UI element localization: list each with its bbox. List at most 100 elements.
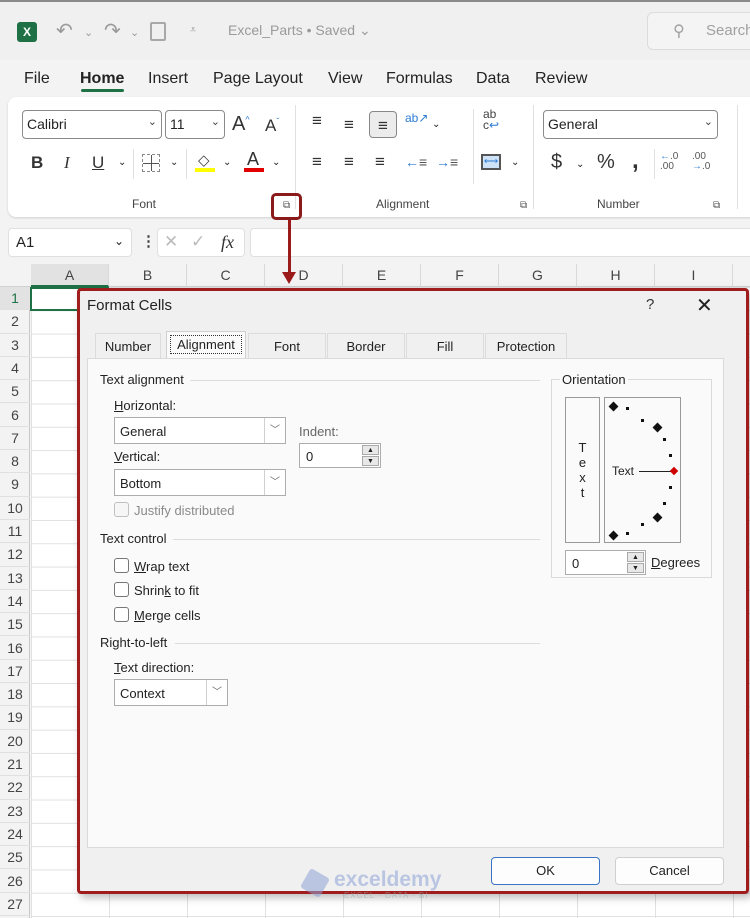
wrap-text-label[interactable]: Wrap text bbox=[134, 559, 189, 574]
row-header[interactable]: 26 bbox=[0, 870, 30, 893]
dialog-tab-alignment[interactable]: Alignment bbox=[166, 331, 246, 359]
decrease-decimal-button[interactable]: .00 →.0 bbox=[692, 152, 710, 172]
tab-review[interactable]: Review bbox=[535, 70, 587, 88]
row-header[interactable]: 14 bbox=[0, 590, 30, 614]
row-header[interactable]: 22 bbox=[0, 776, 30, 800]
font-color-dropdown-icon[interactable]: ⌄ bbox=[272, 157, 280, 168]
row-header[interactable]: 21 bbox=[0, 753, 30, 777]
spin-down-icon[interactable]: ▼ bbox=[627, 563, 644, 573]
row-header[interactable]: 3 bbox=[0, 334, 30, 357]
fill-color-dropdown-icon[interactable]: ⌄ bbox=[223, 157, 231, 168]
row-header[interactable]: 16 bbox=[0, 637, 30, 660]
increase-font-size-button[interactable]: A^ bbox=[232, 113, 250, 136]
select-all-corner[interactable] bbox=[0, 264, 30, 287]
currency-button[interactable]: $ bbox=[551, 151, 562, 174]
search-box[interactable]: ⚲ Search bbox=[647, 12, 750, 50]
align-left-button[interactable]: ≡ bbox=[312, 152, 322, 172]
column-header[interactable]: A bbox=[31, 264, 109, 287]
merge-dropdown-icon[interactable]: ⌄ bbox=[511, 157, 519, 168]
dial-indicator[interactable] bbox=[669, 466, 679, 476]
decrease-font-size-button[interactable]: Aˇ bbox=[265, 116, 279, 136]
more-options-icon[interactable]: ⋮ bbox=[141, 232, 156, 250]
column-header[interactable]: I bbox=[655, 264, 733, 287]
row-header[interactable]: 2 bbox=[0, 310, 30, 334]
row-header[interactable]: 10 bbox=[0, 497, 30, 520]
row-header[interactable]: 9 bbox=[0, 473, 30, 497]
font-name-select[interactable]: Calibri ⌄ bbox=[22, 110, 162, 139]
row-header[interactable]: 18 bbox=[0, 683, 30, 707]
confirm-entry-icon[interactable]: ✓ bbox=[191, 232, 205, 252]
row-header[interactable]: 12 bbox=[0, 543, 30, 567]
italic-button[interactable]: I bbox=[64, 153, 70, 173]
column-header[interactable]: G bbox=[499, 264, 577, 287]
dialog-tab-fill[interactable]: Fill bbox=[406, 333, 484, 358]
number-dialog-launcher[interactable]: ⧉ bbox=[713, 200, 720, 211]
row-header[interactable]: 6 bbox=[0, 404, 30, 427]
row-header[interactable]: 1 bbox=[0, 287, 30, 311]
close-button[interactable]: ✕ bbox=[696, 293, 713, 318]
text-direction-select[interactable]: Context ﹀ bbox=[114, 679, 228, 706]
row-header[interactable]: 27 bbox=[0, 893, 30, 917]
spin-up-icon[interactable]: ▲ bbox=[362, 445, 379, 455]
number-format-select[interactable]: General ⌄ bbox=[543, 110, 718, 139]
merge-center-button[interactable]: ⟷ bbox=[481, 154, 501, 170]
ok-button[interactable]: OK bbox=[491, 857, 600, 885]
decrease-indent-button[interactable]: ←≡ bbox=[405, 154, 427, 170]
tab-page-layout[interactable]: Page Layout bbox=[213, 70, 303, 88]
redo-icon[interactable]: ↷ bbox=[104, 18, 121, 43]
orientation-icon[interactable]: ab↗ bbox=[405, 111, 428, 125]
center-button[interactable]: ≡ bbox=[344, 152, 354, 172]
document-title[interactable]: Excel_Parts • Saved ⌄ bbox=[228, 22, 371, 39]
bold-button[interactable]: B bbox=[31, 153, 43, 173]
cancel-button[interactable]: Cancel bbox=[615, 857, 724, 885]
customize-qat-icon[interactable]: ⩡ bbox=[190, 24, 196, 37]
insert-function-button[interactable]: fx bbox=[221, 232, 234, 253]
undo-dropdown-icon[interactable]: ⌄ bbox=[84, 26, 93, 39]
row-header[interactable]: 7 bbox=[0, 427, 30, 451]
merge-cells-checkbox[interactable] bbox=[114, 607, 129, 622]
underline-dropdown-icon[interactable]: ⌄ bbox=[118, 157, 126, 168]
tab-view[interactable]: View bbox=[328, 70, 362, 88]
bottom-align-button[interactable]: ≡ bbox=[369, 111, 397, 138]
spin-up-icon[interactable]: ▲ bbox=[627, 552, 644, 562]
middle-align-button[interactable]: ≡ bbox=[344, 115, 354, 135]
underline-button[interactable]: U bbox=[92, 153, 104, 173]
wrap-text-checkbox[interactable] bbox=[114, 558, 129, 573]
column-header[interactable]: B bbox=[109, 264, 187, 287]
font-color-button[interactable]: A bbox=[244, 149, 264, 173]
orientation-dial[interactable]: Text bbox=[604, 397, 681, 543]
row-header[interactable]: 19 bbox=[0, 706, 30, 730]
row-header[interactable]: 25 bbox=[0, 846, 30, 870]
dialog-tab-protection[interactable]: Protection bbox=[485, 333, 567, 358]
autosave-icon[interactable] bbox=[150, 22, 166, 41]
column-header[interactable]: E bbox=[343, 264, 421, 287]
column-header[interactable]: D bbox=[265, 264, 343, 287]
row-header[interactable]: 13 bbox=[0, 567, 30, 590]
alignment-dialog-launcher[interactable]: ⧉ bbox=[520, 200, 527, 211]
tab-formulas[interactable]: Formulas bbox=[386, 70, 453, 88]
spin-down-icon[interactable]: ▼ bbox=[362, 456, 379, 466]
dialog-tab-border[interactable]: Border bbox=[327, 333, 405, 358]
horizontal-select[interactable]: General ﹀ bbox=[114, 417, 286, 444]
tab-home[interactable]: Home bbox=[80, 70, 124, 88]
redo-dropdown-icon[interactable]: ⌄ bbox=[130, 26, 139, 39]
row-header[interactable]: 17 bbox=[0, 660, 30, 684]
orientation-dropdown-icon[interactable]: ⌄ bbox=[432, 119, 440, 130]
row-header[interactable]: 4 bbox=[0, 357, 30, 381]
column-header[interactable]: H bbox=[577, 264, 655, 287]
help-button[interactable]: ? bbox=[646, 296, 654, 313]
fill-color-button[interactable]: ◇ bbox=[195, 149, 215, 173]
vertical-text-button[interactable]: Text bbox=[565, 397, 600, 543]
wrap-text-button[interactable]: ab c↩ bbox=[483, 108, 499, 131]
top-align-button[interactable]: ≡ bbox=[312, 111, 322, 131]
comma-style-button[interactable]: , bbox=[632, 147, 639, 175]
shrink-to-fit-label[interactable]: Shrink to fit bbox=[134, 583, 199, 598]
row-header[interactable]: 20 bbox=[0, 730, 30, 753]
degrees-spinner[interactable]: 0 ▲ ▼ bbox=[565, 550, 646, 575]
tab-file[interactable]: File bbox=[24, 70, 50, 88]
dialog-tab-number[interactable]: Number bbox=[95, 333, 161, 358]
vertical-select[interactable]: Bottom ﹀ bbox=[114, 469, 286, 496]
dialog-tab-font[interactable]: Font bbox=[248, 333, 326, 358]
row-header[interactable]: 23 bbox=[0, 800, 30, 823]
column-header[interactable]: F bbox=[421, 264, 499, 287]
